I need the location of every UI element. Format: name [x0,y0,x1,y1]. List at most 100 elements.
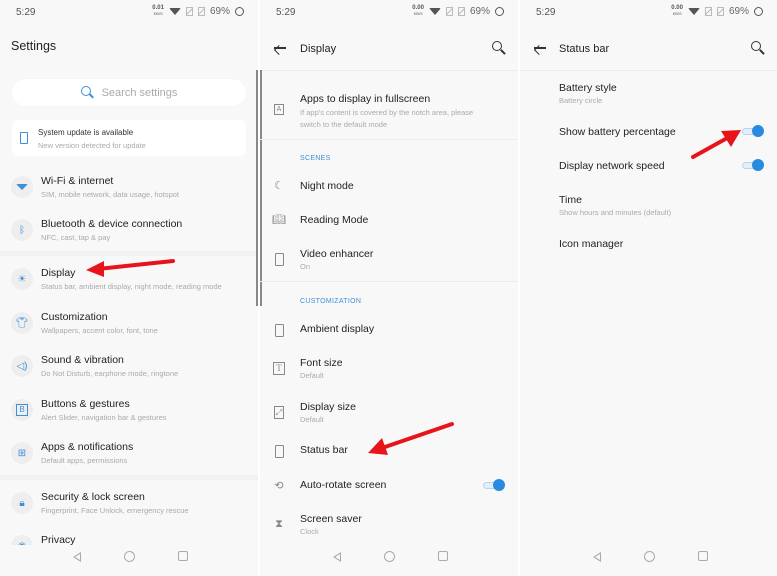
item-title: Apps & notifications [41,441,134,453]
display-item-font-size[interactable]: T Font size Default [260,353,518,385]
clock: 5:29 [16,7,36,18]
display-item-ambient[interactable]: Ambient display [260,319,518,343]
auto-rotate-toggle[interactable] [483,479,505,491]
item-title: Display size [300,401,357,413]
status-bar-screen: 5:29 0.00 KB/S 69% Status bar Battery sty… [520,0,777,576]
update-subtitle: New version detected for update [38,141,146,150]
nav-back-button[interactable] [73,552,81,562]
item-subtitle: Alert Slider, navigation bar & gestures [41,413,167,422]
no-sim-icon [457,6,465,16]
display-item-auto-rotate[interactable]: ⟲ Auto-rotate screen [260,475,518,499]
system-update-card[interactable]: System update is available New version d… [12,120,246,156]
display-item-reading-mode[interactable]: 📖︎ Reading Mode [260,210,518,234]
battery-percentage-toggle[interactable] [742,125,764,137]
settings-item-display[interactable]: ☀ Display Status bar, ambient display, n… [0,262,258,302]
search-icon[interactable] [492,41,506,55]
item-title: Auto-rotate screen [300,479,387,491]
settings-item-bluetooth[interactable]: ᛒ Bluetooth & device connection NFC, cas… [0,213,258,253]
item-title: Icon manager [559,238,624,250]
search-icon [80,86,94,99]
apps-grid-icon: ⊞ [11,442,33,464]
item-title: Display network speed [559,160,665,172]
back-arrow-icon[interactable] [533,41,547,55]
speaker-icon: ◁) [11,355,33,377]
fullscreen-app-icon: A [272,102,286,116]
wifi-signal-icon [687,7,700,15]
divider [0,475,258,480]
display-item-fullscreen[interactable]: A Apps to display in fullscreen If app's… [260,88,518,134]
item-title: Display [41,267,76,279]
lock-icon: 🔒︎ [11,492,33,514]
nav-home-button[interactable] [384,551,395,562]
page-title: Display [300,43,337,55]
settings-item-buttons[interactable]: B Buttons & gestures Alert Slider, navig… [0,393,258,433]
item-title: Night mode [300,180,354,192]
display-item-display-size[interactable]: ⤢ Display size Default [260,397,518,429]
display-item-night-mode[interactable]: ☾ Night mode [260,176,518,200]
item-subtitle: Wallpapers, accent color, font, tone [41,326,158,335]
section-header-scenes: SCENES [300,155,331,162]
settings-screen: 5:29 0.01 KB/S 69% Settings Search settin… [0,0,258,576]
item-title: Screen saver [300,513,362,525]
settings-item-customization[interactable]: 👕︎ Customization Wallpapers, accent colo… [0,306,258,346]
page-title: Status bar [559,43,610,55]
display-size-icon: ⤢ [273,405,285,419]
page-title: Settings [11,39,57,53]
nav-recents-button[interactable] [698,551,708,561]
statusbar-item-network-speed[interactable]: Display network speed [520,156,777,180]
item-subtitle: Status bar, ambient display, night mode,… [41,282,222,291]
status-bar: 5:29 0.00 KB/S 69% [520,0,777,24]
statusbar-item-time[interactable]: Time Show hours and minutes (default) [520,190,777,222]
nav-home-button[interactable] [644,551,655,562]
item-subtitle-2: switch to the default mode [300,120,388,129]
no-sim-icon [185,6,193,16]
divider [260,139,518,140]
nav-back-button[interactable] [593,552,601,562]
item-subtitle: On [300,262,311,271]
divider [520,70,777,71]
display-item-screen-saver[interactable]: ⧗ Screen saver Clock [260,509,518,541]
back-arrow-icon[interactable] [273,41,287,55]
search-input[interactable]: Search settings [12,79,246,106]
settings-item-wifi[interactable]: Wi-Fi & internet SIM, mobile network, da… [0,170,258,210]
item-title: Wi-Fi & internet [41,175,114,187]
phone-outline-icon [272,444,286,458]
wifi-signal-icon [428,7,441,15]
battery-circle-icon [495,6,504,16]
display-item-video-enhancer[interactable]: Video enhancer On [260,244,518,276]
item-subtitle: Battery circle [559,96,603,105]
divider [260,70,518,71]
item-title: Battery style [559,82,617,94]
ambient-display-icon [272,323,286,337]
navigation-bar [0,540,258,576]
network-speed: 0.00 KB/S [671,5,683,17]
rotate-icon: ⟲ [274,479,284,492]
brightness-icon: ☀ [11,268,33,290]
search-icon[interactable] [751,41,765,55]
statusbar-item-battery-percentage[interactable]: Show battery percentage [520,122,777,146]
battery-circle-icon [754,6,763,16]
button-b-icon: B [11,399,33,421]
nav-recents-button[interactable] [178,551,188,561]
nav-back-button[interactable] [333,552,341,562]
wifi-signal-icon [168,7,181,15]
item-title: Customization [41,311,108,323]
phone-update-icon [20,132,28,144]
settings-item-apps[interactable]: ⊞ Apps & notifications Default apps, per… [0,436,258,476]
navigation-bar [520,540,777,576]
clock: 5:29 [276,7,296,18]
wifi-icon [11,176,33,198]
display-item-status-bar[interactable]: Status bar [260,440,518,464]
network-speed-toggle[interactable] [742,159,764,171]
nav-recents-button[interactable] [438,551,448,561]
nav-home-button[interactable] [124,551,135,562]
statusbar-item-battery-style[interactable]: Battery style Battery circle [520,78,777,110]
network-speed: 0.00 KB/S [412,5,424,17]
statusbar-item-icon-manager[interactable]: Icon manager [520,234,777,258]
bluetooth-icon: ᛒ [11,219,33,241]
no-sim-icon [445,6,453,16]
settings-item-sound[interactable]: ◁) Sound & vibration Do Not Disturb, ear… [0,349,258,389]
item-title: Sound & vibration [41,354,124,366]
settings-item-security[interactable]: 🔒︎ Security & lock screen Fingerprint, F… [0,486,258,526]
search-placeholder: Search settings [101,86,178,99]
